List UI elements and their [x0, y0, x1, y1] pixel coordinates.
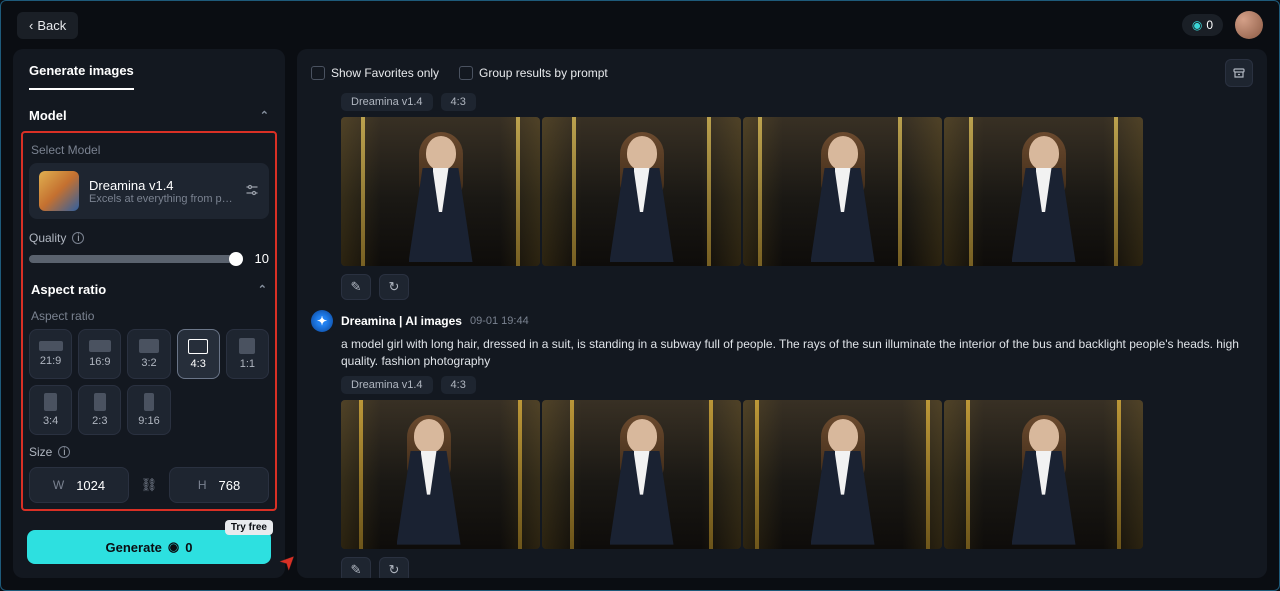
- ratio-9-16[interactable]: 9:16: [127, 385, 170, 435]
- sidebar: Generate images Model ⌃ Select Model Dre…: [13, 49, 285, 578]
- result-prompt: a model girl with long hair, dressed in …: [341, 336, 1253, 370]
- checkbox-icon: [311, 66, 325, 80]
- highlight-box: Select Model Dreamina v1.4 Excels at eve…: [21, 131, 277, 511]
- result-block: ✦ Dreamina | AI images 09-01 19:44 a mod…: [341, 310, 1253, 578]
- group-by-prompt-checkbox[interactable]: Group results by prompt: [459, 66, 608, 80]
- chevron-up-icon: ⌃: [260, 109, 269, 122]
- tag-ratio[interactable]: 4:3: [441, 376, 476, 394]
- generate-label: Generate: [106, 540, 162, 555]
- model-name: Dreamina v1.4: [89, 178, 235, 193]
- back-button[interactable]: ‹ Back: [17, 12, 78, 39]
- ratio-1-1[interactable]: 1:1: [226, 329, 269, 379]
- credit-value: 0: [1206, 18, 1213, 32]
- regenerate-button[interactable]: ↻: [379, 274, 409, 300]
- generate-cost: 0: [185, 540, 192, 555]
- credit-icon: ◉: [168, 539, 179, 555]
- regenerate-button[interactable]: ↻: [379, 557, 409, 578]
- height-value: 768: [218, 478, 240, 493]
- model-thumbnail: [39, 171, 79, 211]
- quality-value: 10: [249, 251, 269, 266]
- ratio-16-9[interactable]: 16:9: [78, 329, 121, 379]
- archive-button[interactable]: [1225, 59, 1253, 87]
- settings-icon[interactable]: [245, 183, 259, 200]
- model-desc: Excels at everything from photoreali...: [89, 193, 235, 205]
- tab-generate-images[interactable]: Generate images: [29, 63, 134, 90]
- width-input[interactable]: W 1024: [29, 467, 129, 503]
- results-panel: Show Favorites only Group results by pro…: [297, 49, 1267, 578]
- image-row: [341, 117, 1253, 266]
- avatar[interactable]: [1235, 11, 1263, 39]
- edit-button[interactable]: ✎: [341, 274, 371, 300]
- ratio-3-4[interactable]: 3:4: [29, 385, 72, 435]
- tag-model[interactable]: Dreamina v1.4: [341, 376, 433, 394]
- info-icon[interactable]: i: [58, 446, 70, 458]
- tag-model[interactable]: Dreamina v1.4: [341, 93, 433, 111]
- size-label: Size: [29, 445, 52, 459]
- result-source: Dreamina | AI images: [341, 314, 462, 328]
- credit-icon: ◉: [1192, 18, 1202, 32]
- ratio-3-2[interactable]: 3:2: [127, 329, 170, 379]
- result-image[interactable]: [341, 117, 540, 266]
- back-label: Back: [37, 18, 66, 33]
- tag-ratio[interactable]: 4:3: [441, 93, 476, 111]
- image-row: [341, 400, 1253, 549]
- ratio-4-3[interactable]: 4:3: [177, 329, 220, 379]
- aspect-section-label: Aspect ratio: [31, 282, 106, 297]
- try-free-badge: Try free: [225, 520, 273, 535]
- select-model-label: Select Model: [31, 143, 267, 157]
- ratio-2-3[interactable]: 2:3: [78, 385, 121, 435]
- aspect-section-head[interactable]: Aspect ratio ⌃: [29, 274, 269, 305]
- chevron-left-icon: ‹: [29, 18, 33, 33]
- credits-pill[interactable]: ◉ 0: [1182, 14, 1223, 36]
- quality-slider[interactable]: 10: [29, 251, 269, 266]
- ratio-21-9[interactable]: 21:9: [29, 329, 72, 379]
- result-image[interactable]: [542, 400, 741, 549]
- result-image[interactable]: [542, 117, 741, 266]
- result-image[interactable]: [341, 400, 540, 549]
- slider-thumb[interactable]: [229, 252, 243, 266]
- result-image[interactable]: [944, 400, 1143, 549]
- result-image[interactable]: [743, 117, 942, 266]
- checkbox-icon: [459, 66, 473, 80]
- source-icon: ✦: [311, 310, 333, 332]
- model-section-label: Model: [29, 108, 67, 123]
- generate-button[interactable]: Generate ◉ 0 Try free: [27, 530, 271, 564]
- result-image[interactable]: [944, 117, 1143, 266]
- show-favorites-checkbox[interactable]: Show Favorites only: [311, 66, 439, 80]
- link-icon[interactable]: ⛓: [135, 471, 163, 499]
- aspect-ratio-label: Aspect ratio: [31, 309, 267, 323]
- width-value: 1024: [76, 478, 105, 493]
- aspect-ratio-grid: 21:9 16:9 3:2 4:3 1:1 3:4 2:3 9:16: [29, 329, 269, 435]
- info-icon[interactable]: i: [72, 232, 84, 244]
- chevron-up-icon: ⌃: [258, 283, 267, 296]
- model-section-head[interactable]: Model ⌃: [27, 100, 271, 131]
- height-input[interactable]: H 768: [169, 467, 269, 503]
- result-time: 09-01 19:44: [470, 315, 529, 327]
- quality-label: Quality: [29, 231, 66, 245]
- model-card[interactable]: Dreamina v1.4 Excels at everything from …: [29, 163, 269, 219]
- result-block: Dreamina v1.4 4:3 ✎ ↻: [341, 93, 1253, 300]
- result-image[interactable]: [743, 400, 942, 549]
- edit-button[interactable]: ✎: [341, 557, 371, 578]
